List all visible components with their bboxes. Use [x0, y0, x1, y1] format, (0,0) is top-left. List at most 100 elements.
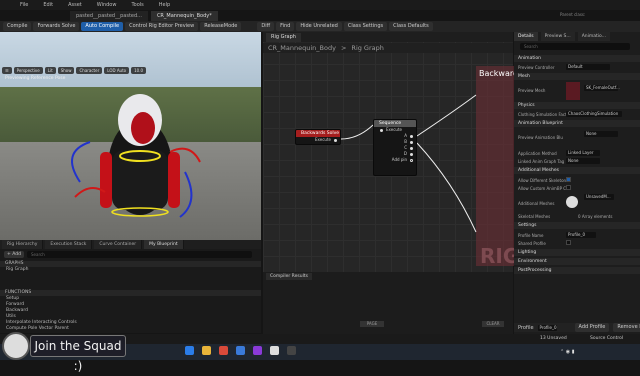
menu-help[interactable]: Help — [159, 2, 170, 8]
doc-tab-pasted[interactable]: pasted__pasted__pasted... — [70, 10, 148, 21]
tab-compiler-results[interactable]: Compiler Results — [266, 273, 312, 280]
add-profile-button[interactable]: Add Profile — [574, 323, 610, 332]
blueprint-search-input[interactable]: Search — [27, 251, 252, 258]
category-environment[interactable]: Environment — [514, 258, 640, 265]
menu-tools[interactable]: Tools — [131, 2, 143, 8]
unsaved-count[interactable]: 13 Unsaved — [540, 336, 567, 341]
character-button[interactable]: Character — [76, 66, 103, 74]
allow-diff-skeleton-checkbox[interactable] — [566, 177, 571, 182]
category-additional-meshes[interactable]: Additional Meshes — [514, 167, 640, 174]
clothing-sim-dropdown[interactable]: ChaosClothingSimulation — [566, 111, 622, 117]
mail-icon[interactable] — [236, 346, 245, 355]
exec-in-pin-icon[interactable] — [380, 128, 383, 132]
tab-curve-container[interactable]: Curve Container — [94, 240, 143, 249]
pin-a-icon[interactable] — [410, 134, 413, 138]
details-tabs: Details Preview S... Animatio... — [514, 32, 640, 41]
backwards-solve-node[interactable]: Backwards Solve Execute — [295, 129, 341, 145]
auto-compile-toggle[interactable]: Auto Compile — [81, 22, 124, 31]
category-mesh[interactable]: Mesh — [514, 73, 640, 80]
tab-animation[interactable]: Animatio... — [577, 32, 611, 41]
shared-profile-label: Shared Profile — [518, 241, 546, 246]
terminal-icon[interactable] — [287, 346, 296, 355]
perspective-button[interactable]: Perspective — [13, 66, 43, 74]
pin-d-icon[interactable] — [410, 152, 413, 156]
tab-preview-scene[interactable]: Preview S... — [540, 32, 575, 41]
page-button[interactable]: PAGE — [360, 321, 384, 327]
add-pin-icon[interactable] — [410, 158, 413, 162]
menu-window[interactable]: Window — [97, 2, 117, 8]
add-pin-button[interactable]: Add pin — [374, 157, 416, 163]
linked-anim-graph-label: Linked Anim Graph Tag — [518, 159, 565, 164]
category-physics[interactable]: Physics — [514, 102, 640, 109]
menu-edit[interactable]: Edit — [43, 2, 53, 8]
preview-controller-label: Preview Controller — [518, 65, 555, 70]
speed-button[interactable]: 10.0 — [131, 66, 147, 74]
doc-tab-cr-mannequin[interactable]: CR_Mannequin_Body* — [150, 10, 218, 21]
pin-b-label: B — [404, 139, 407, 144]
preview-mode-dropdown[interactable]: Control Rig Editor Preview — [125, 22, 199, 31]
execute-pin-label: Execute — [315, 137, 331, 142]
profile-name-input[interactable]: Profile_0 — [566, 232, 596, 238]
viewport-menu-button[interactable]: ☰ — [2, 66, 12, 74]
pin-c-icon[interactable] — [410, 146, 413, 150]
allow-custom-animbp-checkbox[interactable] — [566, 185, 571, 190]
menu-file[interactable]: File — [20, 2, 28, 8]
preview-controller-dropdown[interactable]: Default — [566, 64, 610, 70]
profile-dropdown[interactable]: Profile_0 — [537, 324, 557, 331]
lit-button[interactable]: Lit — [44, 66, 56, 74]
category-lighting[interactable]: Lighting — [514, 249, 640, 256]
class-settings-button[interactable]: Class Settings — [343, 22, 388, 31]
clear-button[interactable]: CLEAR — [482, 321, 504, 327]
function-compute-pole[interactable]: Compute Pole Vector Parent — [0, 326, 261, 332]
category-animation-blueprint[interactable]: Animation Blueprint — [514, 120, 640, 127]
shared-profile-checkbox[interactable] — [566, 240, 571, 245]
show-button[interactable]: Show — [57, 66, 75, 74]
category-animation[interactable]: Animation — [514, 55, 640, 62]
class-defaults-button[interactable]: Class Defaults — [389, 22, 433, 31]
forwards-solve-button[interactable]: Forwards Solve — [33, 22, 80, 31]
tab-rig-hierarchy[interactable]: Rig Hierarchy — [2, 240, 44, 249]
main-toolbar: Compile Forwards Solve Auto Compile Cont… — [0, 21, 640, 32]
document-tabs: pasted__pasted__pasted... CR_Mannequin_B… — [70, 10, 270, 21]
chrome-icon[interactable] — [219, 346, 228, 355]
menu-asset[interactable]: Asset — [68, 2, 82, 8]
allow-diff-skeleton-label: Allow Different Skeleton — [518, 178, 567, 183]
compiler-results-panel — [263, 272, 513, 334]
additional-meshes-dropdown[interactable]: UnsavedM... — [584, 194, 614, 200]
add-button[interactable]: + Add — [4, 251, 24, 258]
lod-button[interactable]: LOD Auto — [104, 66, 130, 74]
additional-mesh-thumbnail[interactable] — [566, 196, 578, 208]
tab-my-blueprint[interactable]: My Blueprint — [144, 240, 184, 249]
menu-bar: File Edit Asset Window Tools Help — [0, 0, 640, 10]
app-icon[interactable] — [253, 346, 262, 355]
unreal-icon[interactable] — [270, 346, 279, 355]
tab-execution-stack[interactable]: Execution Stack — [45, 240, 93, 249]
pin-b-icon[interactable] — [410, 140, 413, 144]
application-method-dropdown[interactable]: Linked Layer — [566, 150, 600, 156]
diff-button[interactable]: Diff — [257, 22, 275, 31]
preview-mesh-dropdown[interactable]: SK_FemaleOutf... — [584, 85, 620, 91]
category-postprocessing[interactable]: PostProcessing — [514, 267, 640, 274]
my-blueprint-panel: GRAPHS Rig Graph FUNCTIONS Setup Forward… — [0, 249, 261, 333]
details-search-input[interactable]: Search — [520, 43, 630, 50]
hide-unrelated-button[interactable]: Hide Unrelated — [296, 22, 342, 31]
compile-button[interactable]: Compile — [3, 22, 32, 31]
tab-details[interactable]: Details — [514, 32, 538, 41]
category-settings[interactable]: Settings — [514, 222, 640, 229]
pin-c-label: C — [404, 145, 407, 150]
explorer-icon[interactable] — [202, 346, 211, 355]
preview-viewport[interactable]: ☰ Perspective Lit Show Character LOD Aut… — [0, 32, 261, 240]
preview-mesh-thumbnail[interactable] — [566, 82, 580, 100]
find-button[interactable]: Find — [276, 22, 295, 31]
source-control-button[interactable]: Source Control — [590, 336, 623, 341]
preview-anim-bp-dropdown[interactable]: None — [584, 131, 618, 137]
release-mode-button[interactable]: ReleaseMode — [200, 22, 242, 31]
application-method-label: Application Method — [518, 151, 557, 156]
edge-icon[interactable] — [185, 346, 194, 355]
remove-profile-button[interactable]: Remove Profile — [613, 323, 640, 332]
profile-bar: Profile Profile_0 Add Profile Remove Pro… — [514, 323, 640, 332]
sequence-node[interactable]: Sequence Execute A B C D Add pin — [373, 119, 417, 176]
exec-pin-icon[interactable] — [334, 138, 337, 142]
linked-anim-graph-input[interactable]: None — [566, 158, 600, 164]
pin-a-label: A — [404, 133, 407, 138]
